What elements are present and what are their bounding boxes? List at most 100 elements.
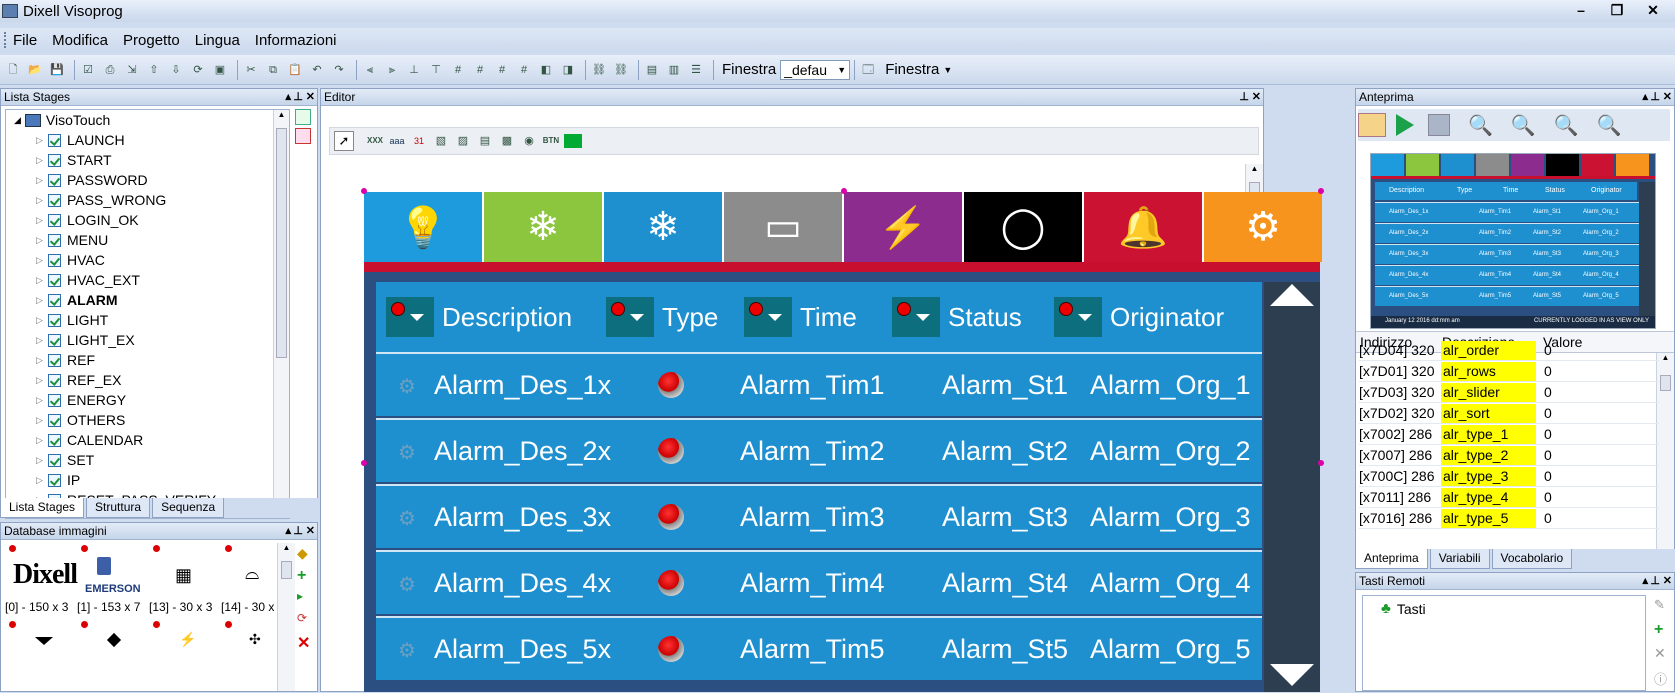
calendar-tool-icon[interactable]: 31	[410, 133, 428, 149]
copy-icon[interactable]: ⧉	[264, 62, 282, 78]
print-icon[interactable]: ⎙	[101, 62, 119, 78]
cut-icon[interactable]: ✂	[242, 62, 260, 78]
variable-value[interactable]: 0	[1536, 363, 1552, 379]
unlink-icon[interactable]: ⛓	[612, 62, 630, 78]
scroll-up-icon[interactable]: ▲	[274, 110, 289, 119]
refresh-icon[interactable]: ⟳	[297, 611, 315, 633]
grid-v-icon[interactable]: #	[493, 62, 511, 78]
menu-tile[interactable]: ⚙	[1204, 192, 1322, 262]
variable-row[interactable]: [x700C] 286 alr_type_3 0	[1359, 466, 1659, 487]
pane-menu-icon[interactable]: ▴	[285, 89, 291, 106]
close-button[interactable]: ✕	[1635, 0, 1671, 20]
remote-tree-root[interactable]: ♣ Tasti	[1363, 596, 1645, 617]
expand-icon[interactable]: ▷	[36, 335, 44, 346]
scroll-thumb[interactable]	[276, 128, 287, 358]
align-left-icon[interactable]: ⫷	[361, 62, 379, 78]
menu-tile[interactable]: ❄	[484, 192, 602, 262]
button-tool-icon[interactable]: BTN	[542, 133, 560, 149]
remove-stage-icon[interactable]	[295, 128, 311, 144]
expand-icon[interactable]: ▷	[36, 155, 44, 166]
scroll-up-icon[interactable]: ▲	[278, 543, 295, 552]
stack-icon[interactable]: ☰	[687, 62, 705, 78]
selection-handle[interactable]	[361, 460, 367, 466]
expand-icon[interactable]: ▷	[36, 315, 44, 326]
pane-menu-icon[interactable]: ▴	[1642, 89, 1648, 106]
selection-handle[interactable]	[361, 188, 367, 194]
expand-icon[interactable]: ▷	[36, 275, 44, 286]
grid-snap-icon[interactable]: #	[515, 62, 533, 78]
import-icon[interactable]: ▸	[297, 589, 315, 611]
close-icon[interactable]: ✕	[1663, 573, 1672, 590]
close-icon[interactable]: ✕	[306, 89, 315, 106]
pin-icon[interactable]: ⊥	[1239, 89, 1249, 106]
variable-row[interactable]: [x7007] 286 alr_type_2 0	[1359, 445, 1659, 466]
variable-value[interactable]: 0	[1536, 426, 1552, 442]
variable-value[interactable]: 0	[1536, 405, 1552, 421]
expand-icon[interactable]: ▷	[36, 395, 44, 406]
variable-row[interactable]: [x7D04] 320 alr_order 0	[1359, 340, 1659, 361]
tab-anteprima[interactable]: Anteprima	[1355, 549, 1428, 569]
text-tool-icon[interactable]: aaa	[388, 133, 406, 149]
selection-handle[interactable]	[1318, 188, 1324, 194]
menu-lingua[interactable]: Lingua	[195, 32, 240, 49]
text-list-tool-icon[interactable]: ▤	[476, 133, 494, 149]
collapse-icon[interactable]: ◢	[14, 115, 21, 126]
zoom-fit-icon[interactable]: 🔍	[1597, 113, 1622, 138]
variable-value[interactable]: 0	[1536, 447, 1552, 463]
variable-value[interactable]: 0	[1536, 510, 1552, 526]
open-folder-icon[interactable]: 📂	[26, 62, 44, 78]
download-icon[interactable]: ⇩	[167, 62, 185, 78]
numeric-tool-icon[interactable]: XXX	[366, 133, 384, 149]
expand-icon[interactable]: ▷	[36, 475, 44, 486]
save-icon[interactable]: 💾	[48, 62, 66, 78]
expand-icon[interactable]: ▷	[36, 295, 44, 306]
pin-icon[interactable]: ⊥	[1650, 89, 1660, 106]
variable-row[interactable]: [x7011] 286 alr_type_4 0	[1359, 487, 1659, 508]
expand-icon[interactable]: ▷	[36, 135, 44, 146]
menu-modifica[interactable]: Modifica	[52, 32, 108, 49]
variable-row[interactable]: [x7002] 286 alr_type_1 0	[1359, 424, 1659, 445]
send-back-icon[interactable]: ◨	[559, 62, 577, 78]
variable-value[interactable]: 0	[1536, 342, 1552, 358]
zoom-out-icon[interactable]: 🔍	[1554, 113, 1579, 138]
close-icon[interactable]: ✕	[1663, 89, 1672, 106]
folder-icon[interactable]: ◆	[297, 545, 315, 567]
variable-row[interactable]: [x7016] 286 alr_type_5 0	[1359, 508, 1659, 529]
selection-handle[interactable]	[841, 188, 847, 194]
close-icon[interactable]: ✕	[1252, 89, 1261, 106]
menu-tile[interactable]: ⚡	[844, 192, 962, 262]
menu-tile[interactable]: 💡	[364, 192, 482, 262]
stage-item[interactable]: ▷ IP	[6, 470, 289, 490]
pane-menu-icon[interactable]: ▴	[1642, 573, 1648, 590]
scroll-thumb[interactable]	[1660, 375, 1671, 391]
sort-button[interactable]	[606, 297, 654, 337]
pin-icon[interactable]: ⊥	[293, 89, 303, 106]
expand-icon[interactable]: ▷	[36, 215, 44, 226]
variable-value[interactable]: 0	[1536, 384, 1552, 400]
menu-tile[interactable]: ◯	[964, 192, 1082, 262]
stage-item[interactable]: ▷ PASSWORD	[6, 170, 289, 190]
align-top-icon[interactable]: ⊤	[427, 62, 445, 78]
tab-variabili[interactable]: Variabili	[1429, 549, 1490, 569]
menu-tile[interactable]: 🔔	[1084, 192, 1202, 262]
image-list-tool-icon[interactable]: ▨	[454, 133, 472, 149]
tab-lista-stages[interactable]: Lista Stages	[0, 498, 85, 518]
pin-icon[interactable]: ⊥	[293, 523, 303, 540]
header-time[interactable]: Time	[744, 297, 857, 337]
export-icon[interactable]: ⇲	[123, 62, 141, 78]
alarm-row[interactable]: ⚙ Alarm_Des_4x Alarm_Tim4 Alarm_St4 Alarm_Or…	[376, 550, 1262, 614]
close-icon[interactable]: ✕	[306, 523, 315, 540]
slider-tool-icon[interactable]: ▩	[498, 133, 516, 149]
add-icon[interactable]: +	[1654, 621, 1672, 645]
stage-item[interactable]: ▷ LIGHT	[6, 310, 289, 330]
tab-struttura[interactable]: Struttura	[86, 498, 151, 518]
stage-item[interactable]: ▷ ENERGY	[6, 390, 289, 410]
scroll-up-icon[interactable]: ▲	[1657, 353, 1674, 362]
expand-icon[interactable]: ▷	[36, 175, 44, 186]
sort-button[interactable]	[1054, 297, 1102, 337]
expand-icon[interactable]: ▷	[36, 195, 44, 206]
scroll-up-icon[interactable]: ▲	[1246, 164, 1263, 173]
camera-icon[interactable]	[1358, 113, 1386, 137]
header-originator[interactable]: Originator	[1054, 297, 1224, 337]
menu-informazioni[interactable]: Informazioni	[255, 32, 337, 49]
